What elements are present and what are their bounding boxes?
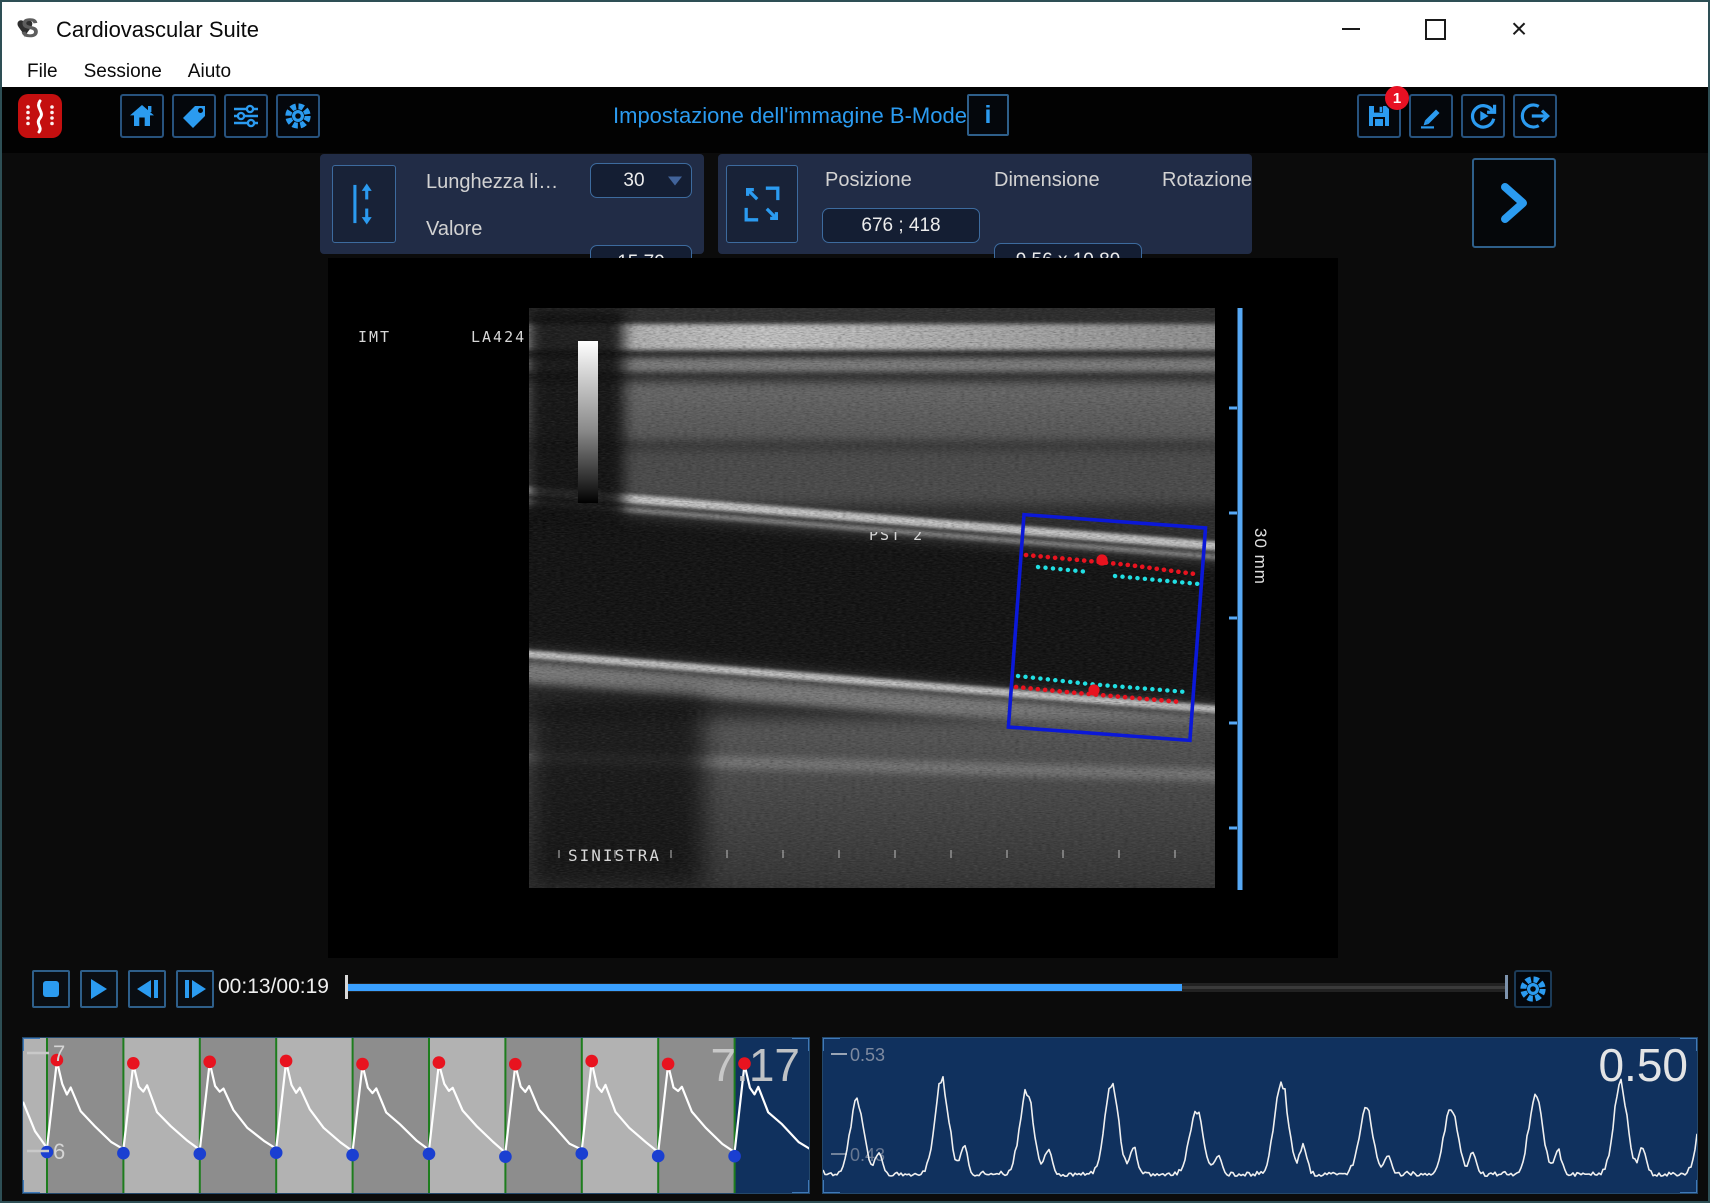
near-wall-marker[interactable] (1096, 554, 1107, 565)
y-top-label: 7 (53, 1041, 65, 1066)
near-wall-red-trace (1026, 555, 1195, 574)
modality-label: IMT (358, 328, 391, 346)
probe-label: LA424 (471, 328, 526, 346)
diameter-current-value: 7.17 (710, 1038, 800, 1092)
chevron-right-icon (1496, 181, 1532, 225)
step-back-button[interactable] (128, 970, 166, 1008)
maximize-button[interactable] (1408, 8, 1462, 50)
minimize-icon (1342, 28, 1360, 30)
app-window: ♥S Cardiovascular Suite × File Sessione … (0, 0, 1710, 1203)
timeline-end-tick (1505, 975, 1508, 999)
logout-icon (1520, 101, 1550, 131)
gear-icon (283, 101, 313, 131)
player-gear-icon (1518, 974, 1548, 1004)
menu-sessione[interactable]: Sessione (71, 61, 175, 83)
clear-annotations-button[interactable] (1409, 94, 1453, 138)
length-label: Lunghezza li… (426, 171, 558, 194)
maximize-icon (1425, 19, 1446, 40)
calibration-tool-button[interactable] (332, 165, 396, 243)
menu-aiuto[interactable]: Aiuto (175, 61, 244, 83)
diameter-trend-chart[interactable]: 7 6 7.17 (22, 1037, 810, 1194)
expand-arrows-icon (739, 181, 785, 227)
home-button[interactable] (120, 94, 164, 138)
replay-circle-icon (1468, 101, 1498, 131)
near-wall-cyan-trace-b (1115, 576, 1199, 584)
ultrasound-image[interactable] (529, 308, 1215, 888)
y-bottom-label: 6 (53, 1139, 65, 1164)
position-label: Posizione (825, 169, 912, 192)
sliders-icon (232, 102, 260, 130)
window-title: Cardiovascular Suite (56, 17, 259, 43)
preset-label: PST 2 (869, 532, 924, 545)
adjustments-button[interactable] (224, 94, 268, 138)
flow-current-value: 0.50 (1598, 1038, 1688, 1092)
playback-time: 00:13/00:19 (218, 975, 329, 999)
roi-transform-panel: Posizione 676 ; 418 Dimensione 9.56 x 10… (718, 154, 1252, 254)
flow-trace-chart[interactable]: 0.53 0.43 0.50 (822, 1037, 1698, 1194)
roi-box[interactable] (1008, 515, 1205, 741)
chevron-down-icon (668, 176, 682, 185)
close-button[interactable]: × (1492, 8, 1546, 50)
stop-button[interactable] (32, 970, 70, 1008)
player-settings-button[interactable] (1514, 970, 1552, 1008)
value-label: Valore (426, 218, 482, 241)
menu-bar: File Sessione Aiuto (2, 56, 1708, 87)
tag-icon (180, 102, 208, 130)
save-badge: 1 (1385, 86, 1409, 110)
app-logo-heart-icon: ♥S (16, 11, 39, 45)
timeline-slider[interactable] (348, 983, 1506, 992)
home-icon (128, 102, 156, 130)
scale-label: 30 mm (1250, 528, 1270, 585)
info-icon: i (985, 101, 992, 130)
page-title: Impostazione dell'immagine B-Mode (613, 103, 967, 129)
stop-icon (43, 981, 59, 997)
app-brand-icon (18, 94, 62, 143)
step-forward-icon (192, 980, 206, 998)
timeline-progress-fill (348, 984, 1182, 991)
line-length-panel: Lunghezza li… 30 Valore 15.79 (320, 154, 704, 254)
bmode-viewport: PST 2 IMT LA424 SINISTRA 30 mm (328, 258, 1338, 958)
tags-button[interactable] (172, 94, 216, 138)
depth-scale (1224, 308, 1248, 892)
length-dropdown[interactable]: 30 (590, 163, 692, 198)
position-field[interactable]: 676 ; 418 (822, 208, 980, 243)
info-button[interactable]: i (967, 94, 1009, 136)
step-forward-button[interactable] (176, 970, 214, 1008)
near-wall-cyan-trace-a (1038, 567, 1089, 572)
replay-button[interactable] (1461, 94, 1505, 138)
play-icon (91, 979, 107, 999)
grayscale-bar (578, 341, 598, 503)
vertical-arrows-icon (344, 176, 384, 232)
pen-icon (1417, 102, 1445, 130)
minimize-button[interactable] (1324, 8, 1378, 50)
play-button[interactable] (80, 970, 118, 1008)
flow-top-label: 0.53 (850, 1045, 885, 1065)
menu-file[interactable]: File (14, 61, 71, 83)
dimension-label: Dimensione (994, 169, 1100, 192)
rotation-label: Rotazione (1162, 169, 1252, 192)
step-back-icon (154, 980, 158, 998)
transform-tool-button[interactable] (726, 165, 798, 243)
far-wall-marker[interactable] (1088, 684, 1099, 695)
exit-session-button[interactable] (1513, 94, 1557, 138)
settings-button[interactable] (276, 94, 320, 138)
side-label: SINISTRA (568, 846, 661, 865)
roi-overlay[interactable] (529, 308, 1215, 888)
next-step-button[interactable] (1472, 158, 1556, 248)
title-bar: ♥S Cardiovascular Suite × (2, 2, 1708, 56)
